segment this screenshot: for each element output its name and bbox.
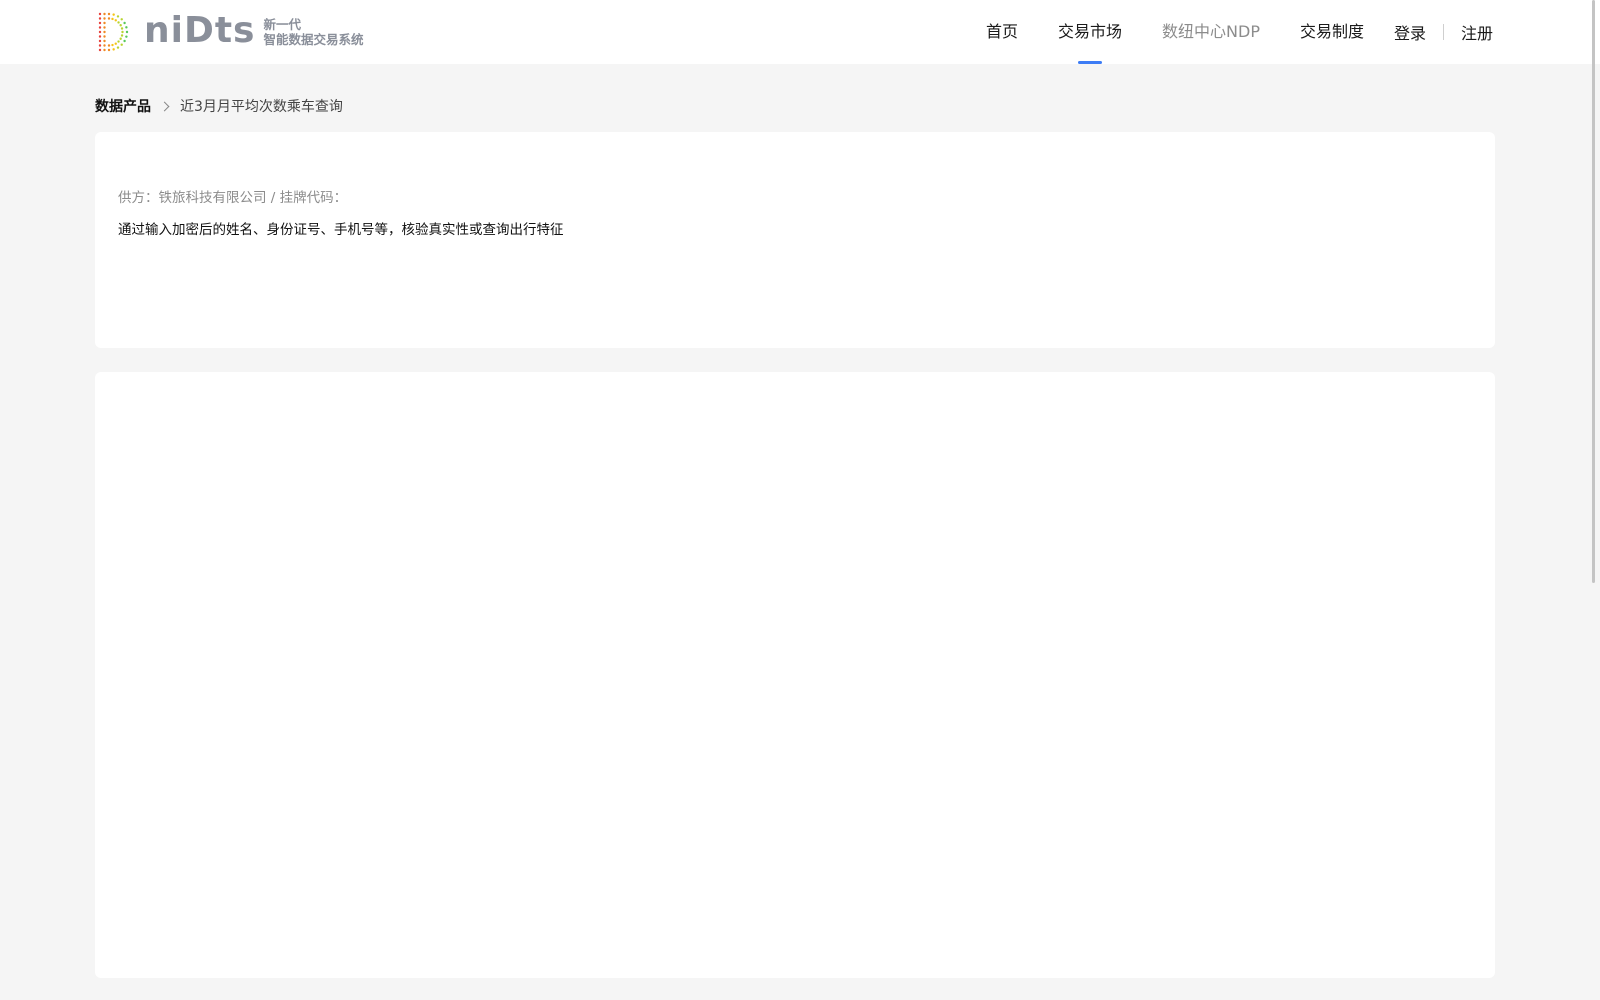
logo-wordmark: niDts xyxy=(144,9,256,51)
login-link[interactable]: 登录 xyxy=(1394,20,1426,44)
logo-dots-icon xyxy=(98,12,129,52)
product-detail-card xyxy=(95,372,1495,978)
chevron-right-icon xyxy=(159,101,170,111)
top-header: niDts 新一代 智能数据交易系统 首页 交易市场 数纽中心NDP 交易制度 … xyxy=(0,0,1600,64)
page-scrollbar-thumb[interactable] xyxy=(1592,0,1595,583)
nav-market[interactable]: 交易市场 xyxy=(1058,0,1122,64)
nav-home[interactable]: 首页 xyxy=(986,0,1018,64)
logo-tagline-line2: 智能数据交易系统 xyxy=(263,32,364,47)
main-nav: 首页 交易市场 数纽中心NDP 交易制度 xyxy=(986,0,1404,64)
logo-tagline: 新一代 智能数据交易系统 xyxy=(264,17,364,47)
site-logo[interactable]: niDts 新一代 智能数据交易系统 xyxy=(94,10,364,54)
supplier-line: 供方：铁旅科技有限公司 / 挂牌代码： xyxy=(118,190,348,206)
register-link[interactable]: 注册 xyxy=(1461,20,1493,44)
auth-links: 登录 注册 xyxy=(1394,0,1493,64)
breadcrumb: 数据产品 近3月月平均次数乘车查询 xyxy=(95,96,343,116)
nav-rules[interactable]: 交易制度 xyxy=(1300,0,1364,64)
breadcrumb-root-link[interactable]: 数据产品 xyxy=(95,96,151,116)
auth-divider xyxy=(1443,24,1445,40)
breadcrumb-current: 近3月月平均次数乘车查询 xyxy=(180,99,343,115)
product-info-card: 供方：铁旅科技有限公司 / 挂牌代码： 通过输入加密后的姓名、身份证号、手机号等… xyxy=(95,132,1495,348)
logo-tagline-line1: 新一代 xyxy=(263,17,302,32)
nav-ndp-center[interactable]: 数纽中心NDP xyxy=(1162,0,1260,64)
product-description: 通过输入加密后的姓名、身份证号、手机号等，核验真实性或查询出行特征 xyxy=(118,222,564,238)
